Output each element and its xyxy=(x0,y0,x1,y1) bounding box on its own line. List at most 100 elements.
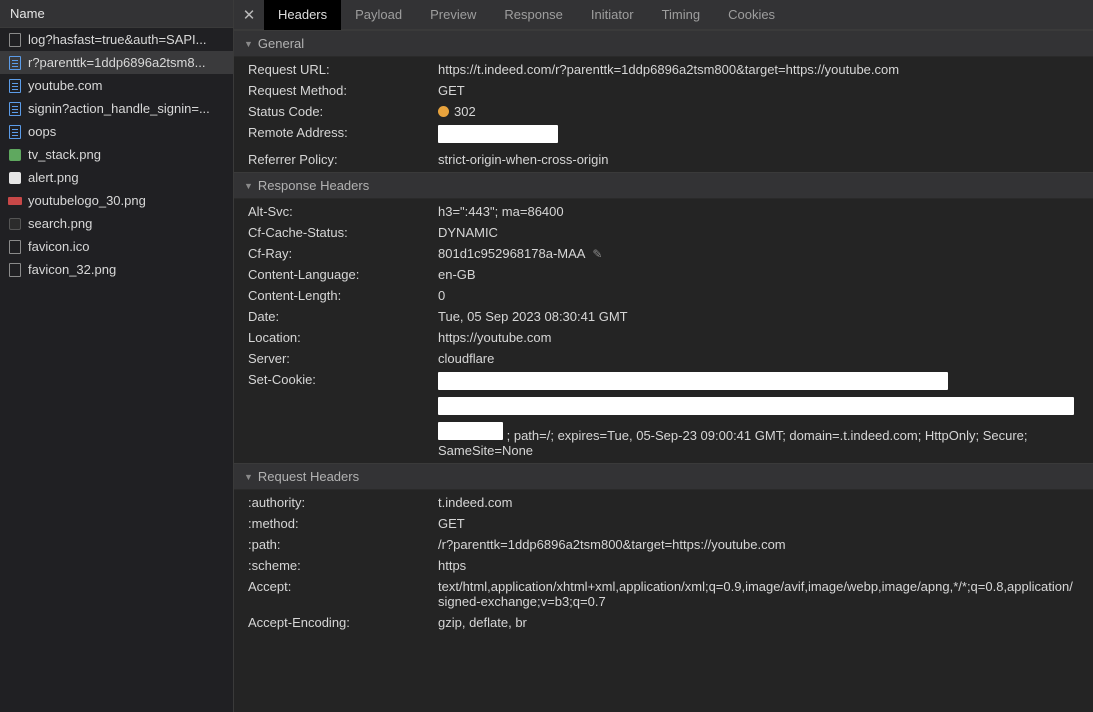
close-icon[interactable]: ✕ xyxy=(234,1,264,29)
request-item-label: tv_stack.png xyxy=(28,147,101,162)
header-key: Request URL: xyxy=(248,62,438,77)
tab-payload[interactable]: Payload xyxy=(341,0,416,30)
row-cf-cache: Cf-Cache-Status: DYNAMIC xyxy=(234,222,1093,243)
disclosure-triangle-icon: ▼ xyxy=(244,39,253,49)
row-remote-address: Remote Address: xyxy=(234,122,1093,149)
network-request-sidebar: Name log?hasfast=true&auth=SAPI... r?pare… xyxy=(0,0,234,712)
headers-panel: ✕ HeadersPayloadPreviewResponseInitiator… xyxy=(234,0,1093,712)
header-key: :authority: xyxy=(248,495,438,510)
row-set-cookie: Set-Cookie: ; path=/; expires=Tue, 05-Se… xyxy=(234,369,1093,461)
header-key: Server: xyxy=(248,351,438,366)
request-item[interactable]: youtube.com xyxy=(0,74,233,97)
header-value[interactable]: cloudflare xyxy=(438,351,1079,366)
img-red-icon xyxy=(8,194,22,208)
row-content-language: Content-Language: en-GB xyxy=(234,264,1093,285)
doc-blue-icon xyxy=(8,102,22,116)
header-key: Accept: xyxy=(248,579,438,594)
header-value[interactable]: Tue, 05 Sep 2023 08:30:41 GMT xyxy=(438,309,1079,324)
sidebar-column-header[interactable]: Name xyxy=(0,0,233,28)
header-value[interactable]: ; path=/; expires=Tue, 05-Sep-23 09:00:4… xyxy=(438,372,1079,458)
tab-timing[interactable]: Timing xyxy=(648,0,715,30)
request-item[interactable]: log?hasfast=true&auth=SAPI... xyxy=(0,28,233,51)
header-value[interactable]: DYNAMIC xyxy=(438,225,1079,240)
request-item-label: r?parenttk=1ddp6896a2tsm8... xyxy=(28,55,205,70)
section-title: Response Headers xyxy=(258,178,369,193)
request-item[interactable]: favicon_32.png xyxy=(0,258,233,281)
header-value[interactable]: https://t.indeed.com/r?parenttk=1ddp6896… xyxy=(438,62,1079,77)
header-value[interactable] xyxy=(438,125,1079,146)
row-cf-ray: Cf-Ray: 801d1c952968178a-MAA ✎ xyxy=(234,243,1093,264)
header-value[interactable]: t.indeed.com xyxy=(438,495,1079,510)
row-method: :method: GET xyxy=(234,513,1093,534)
request-item[interactable]: signin?action_handle_signin=... xyxy=(0,97,233,120)
request-item-label: log?hasfast=true&auth=SAPI... xyxy=(28,32,207,47)
header-value[interactable]: 302 xyxy=(438,104,1079,119)
row-content-length: Content-Length: 0 xyxy=(234,285,1093,306)
request-item-label: signin?action_handle_signin=... xyxy=(28,101,210,116)
tab-preview[interactable]: Preview xyxy=(416,0,490,30)
request-item-label: favicon_32.png xyxy=(28,262,116,277)
request-item[interactable]: alert.png xyxy=(0,166,233,189)
header-value[interactable]: strict-origin-when-cross-origin xyxy=(438,152,1079,167)
section-header-request[interactable]: ▼ Request Headers xyxy=(234,463,1093,490)
request-item-label: oops xyxy=(28,124,56,139)
doc-blue-icon xyxy=(8,79,22,93)
row-scheme: :scheme: https xyxy=(234,555,1093,576)
header-value[interactable]: 0 xyxy=(438,288,1079,303)
img-green-icon xyxy=(8,148,22,162)
section-header-response[interactable]: ▼ Response Headers xyxy=(234,172,1093,199)
response-block: Alt-Svc: h3=":443"; ma=86400 Cf-Cache-St… xyxy=(234,199,1093,463)
request-item[interactable]: youtubelogo_30.png xyxy=(0,189,233,212)
header-value[interactable]: https xyxy=(438,558,1079,573)
general-block: Request URL: https://t.indeed.com/r?pare… xyxy=(234,57,1093,172)
header-value[interactable]: h3=":443"; ma=86400 xyxy=(438,204,1079,219)
row-alt-svc: Alt-Svc: h3=":443"; ma=86400 xyxy=(234,201,1093,222)
section-title: Request Headers xyxy=(258,469,359,484)
header-key: Referrer Policy: xyxy=(248,152,438,167)
row-accept-encoding: Accept-Encoding: gzip, deflate, br xyxy=(234,612,1093,633)
set-cookie-tail: ; path=/; expires=Tue, 05-Sep-23 09:00:4… xyxy=(438,428,1028,458)
header-key: Remote Address: xyxy=(248,125,438,140)
header-key: Accept-Encoding: xyxy=(248,615,438,630)
header-key: :path: xyxy=(248,537,438,552)
section-title: General xyxy=(258,36,304,51)
tab-headers[interactable]: Headers xyxy=(264,0,341,30)
header-value[interactable]: en-GB xyxy=(438,267,1079,282)
request-block: :authority: t.indeed.com :method: GET :p… xyxy=(234,490,1093,635)
disclosure-triangle-icon: ▼ xyxy=(244,181,253,191)
row-request-url: Request URL: https://t.indeed.com/r?pare… xyxy=(234,59,1093,80)
row-path: :path: /r?parenttk=1ddp6896a2tsm800&targ… xyxy=(234,534,1093,555)
header-key: Status Code: xyxy=(248,104,438,119)
request-item[interactable]: r?parenttk=1ddp6896a2tsm8... xyxy=(0,51,233,74)
header-value[interactable]: 801d1c952968178a-MAA ✎ xyxy=(438,246,1079,261)
request-item[interactable]: tv_stack.png xyxy=(0,143,233,166)
status-code-text: 302 xyxy=(454,104,476,119)
section-header-general[interactable]: ▼ General xyxy=(234,30,1093,57)
header-key: Location: xyxy=(248,330,438,345)
header-value[interactable]: text/html,application/xhtml+xml,applicat… xyxy=(438,579,1079,609)
cf-ray-text: 801d1c952968178a-MAA xyxy=(438,246,585,261)
header-value[interactable]: GET xyxy=(438,83,1079,98)
request-item-label: alert.png xyxy=(28,170,79,185)
img-dark-icon xyxy=(8,217,22,231)
request-item-label: youtubelogo_30.png xyxy=(28,193,146,208)
header-value[interactable]: https://youtube.com xyxy=(438,330,1079,345)
tab-response[interactable]: Response xyxy=(490,0,577,30)
tab-cookies[interactable]: Cookies xyxy=(714,0,789,30)
redacted-block xyxy=(438,422,503,440)
row-authority: :authority: t.indeed.com xyxy=(234,492,1093,513)
request-item[interactable]: favicon.ico xyxy=(0,235,233,258)
header-value[interactable]: gzip, deflate, br xyxy=(438,615,1079,630)
header-value[interactable]: GET xyxy=(438,516,1079,531)
header-key: Content-Language: xyxy=(248,267,438,282)
request-item[interactable]: oops xyxy=(0,120,233,143)
detail-tabbar: ✕ HeadersPayloadPreviewResponseInitiator… xyxy=(234,0,1093,30)
header-key: Cf-Ray: xyxy=(248,246,438,261)
tab-initiator[interactable]: Initiator xyxy=(577,0,648,30)
request-item[interactable]: search.png xyxy=(0,212,233,235)
row-referrer-policy: Referrer Policy: strict-origin-when-cros… xyxy=(234,149,1093,170)
header-value[interactable]: /r?parenttk=1ddp6896a2tsm800&target=http… xyxy=(438,537,1079,552)
header-key: :scheme: xyxy=(248,558,438,573)
row-server: Server: cloudflare xyxy=(234,348,1093,369)
edit-pencil-icon[interactable]: ✎ xyxy=(592,247,602,261)
